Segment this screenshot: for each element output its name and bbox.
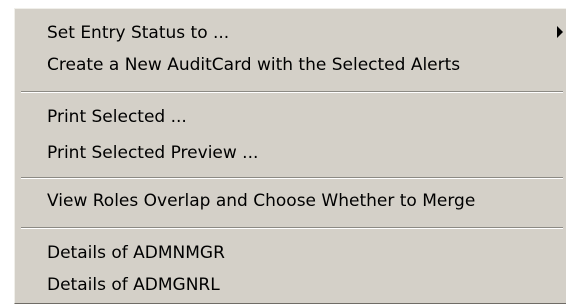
menu-item-label: Print Selected Preview ...	[47, 143, 259, 163]
menu-item-label: Details of ADMNMGR	[47, 243, 225, 263]
menu-item-label: Print Selected ...	[47, 107, 187, 127]
menu-item-print-selected[interactable]: Print Selected ...	[47, 103, 187, 131]
menu-separator	[21, 91, 563, 93]
menu-item-print-selected-preview[interactable]: Print Selected Preview ...	[47, 139, 258, 167]
menu-item-view-roles-overlap[interactable]: View Roles Overlap and Choose Whether to…	[47, 187, 475, 215]
context-menu: Set Entry Status to ... Create a New Aud…	[14, 8, 566, 304]
menu-item-details-admnmgr[interactable]: Details of ADMNMGR	[47, 239, 225, 267]
menu-item-details-admgnrl[interactable]: Details of ADMGNRL	[47, 271, 220, 299]
menu-separator	[21, 227, 563, 229]
menu-item-set-entry-status[interactable]: Set Entry Status to ...	[47, 19, 229, 47]
menu-separator	[21, 177, 563, 179]
menu-item-create-auditcard[interactable]: Create a New AuditCard with the Selected…	[47, 51, 460, 79]
menu-item-label: Create a New AuditCard with the Selected…	[47, 55, 461, 75]
menu-item-label: Details of ADMGNRL	[47, 275, 220, 295]
submenu-arrow-icon	[557, 26, 563, 38]
menu-item-label: Set Entry Status to ...	[47, 23, 230, 43]
menu-item-label: View Roles Overlap and Choose Whether to…	[47, 191, 476, 211]
